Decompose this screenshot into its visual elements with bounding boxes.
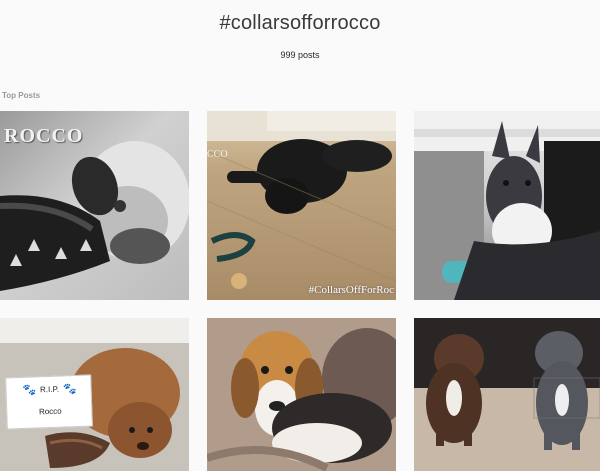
rip-card-title: R.I.P.	[39, 384, 60, 395]
rip-card-name: Rocco	[38, 406, 62, 417]
post-overlay-text: CCO	[207, 149, 228, 160]
rip-card: 🐾 R.I.P. 🐾 Rocco	[5, 374, 93, 430]
post-thumbnail-2[interactable]: CCO #CollarsOffForRoc	[207, 111, 396, 300]
post-watermark: #CollarsOffForRoc	[308, 284, 394, 296]
post-image-2	[207, 111, 396, 289]
post-thumbnail-6[interactable]	[414, 318, 600, 471]
post-image-5	[207, 318, 396, 471]
paw-icon: 🐾	[62, 383, 77, 396]
post-thumbnail-3[interactable]	[414, 111, 600, 300]
hashtag-title: #collarsofforrocco	[219, 12, 381, 34]
posts-count: 999 posts	[280, 50, 320, 60]
top-posts-label: Top Posts	[2, 91, 41, 100]
post-thumbnail-4[interactable]: 🐾 R.I.P. 🐾 Rocco	[0, 318, 189, 471]
post-image-6	[414, 318, 600, 471]
top-posts-grid: ROCCO CCO #CollarsOffForRoc 🐾 R.I.P. 🐾 R…	[0, 111, 600, 471]
post-image-3	[414, 111, 600, 300]
post-thumbnail-1[interactable]: ROCCO	[0, 111, 189, 300]
post-thumbnail-5[interactable]	[207, 318, 396, 471]
post-overlay-text: ROCCO	[4, 125, 84, 147]
hashtag-header: #collarsofforrocco 999 posts	[0, 0, 600, 80]
